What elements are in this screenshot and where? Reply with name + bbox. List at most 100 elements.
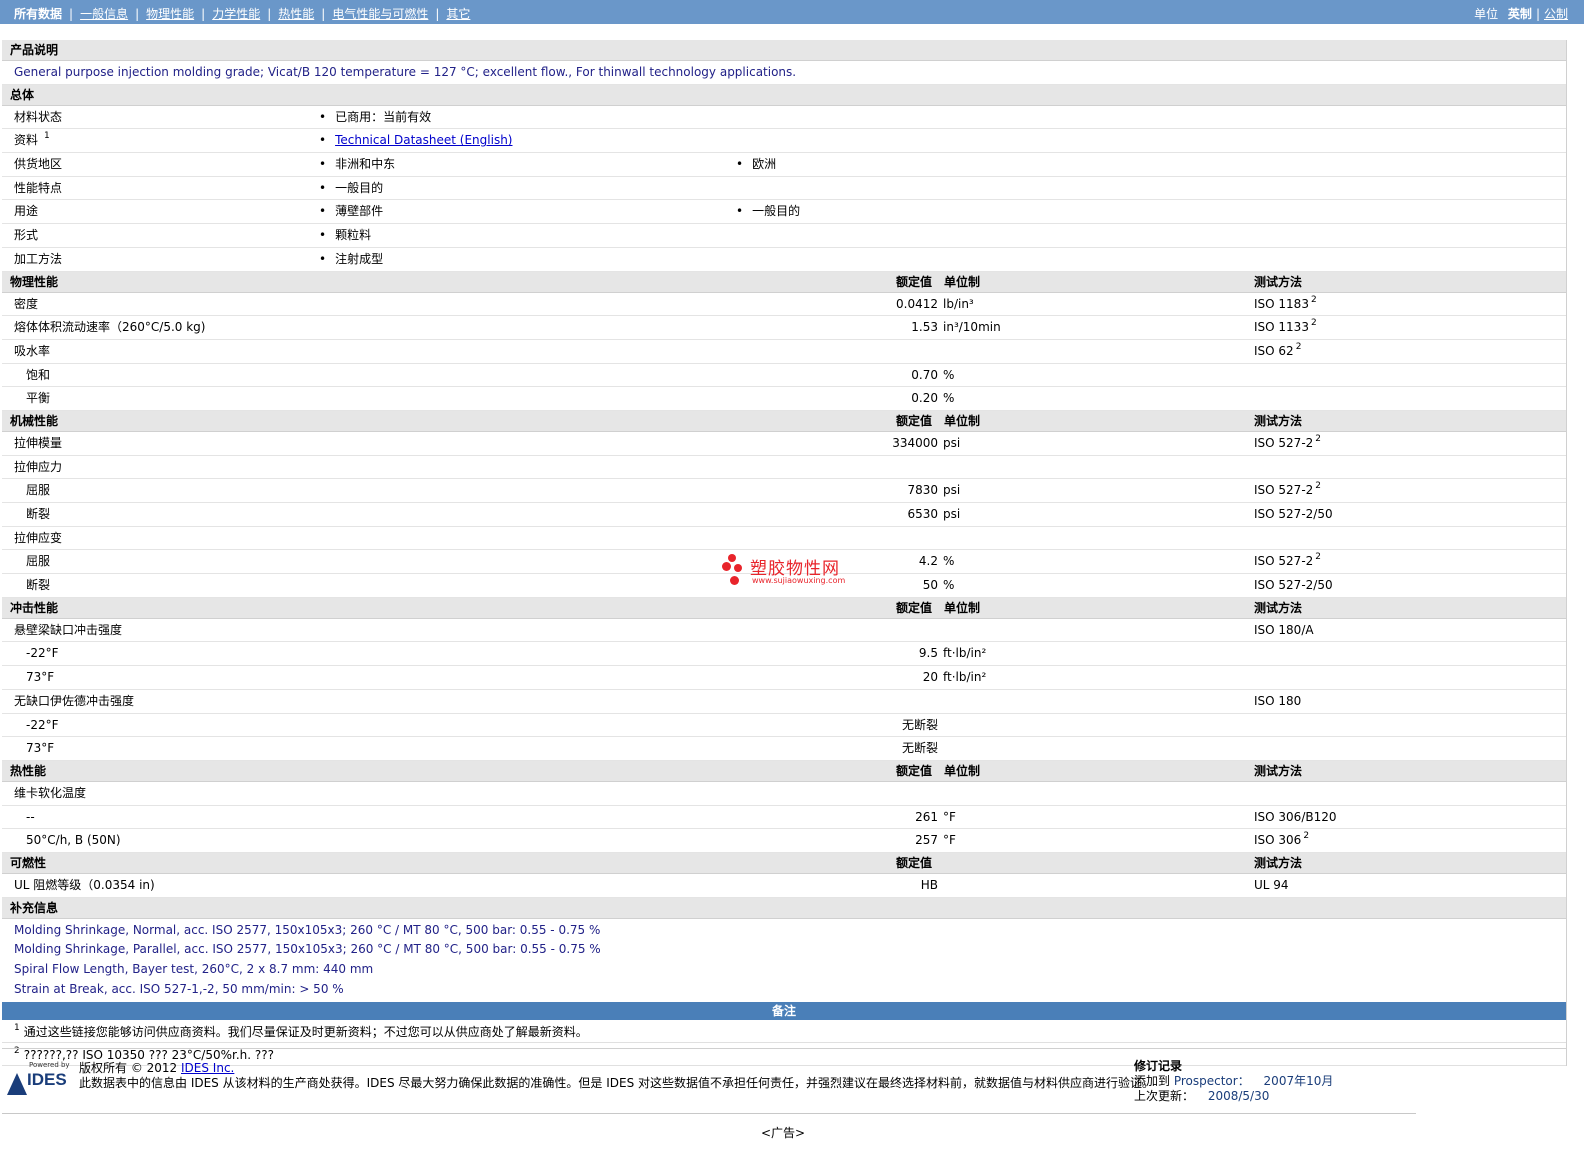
copyright-text: 版权所有 © 2012 <box>79 1061 178 1075</box>
test-method: ISO 180 <box>1254 690 1301 712</box>
test-method-text: ISO 306 <box>1254 833 1302 848</box>
impact-row: 73°F 无断裂 <box>2 737 1566 761</box>
nav-thermal[interactable]: 热性能 <box>278 7 314 21</box>
footnote-ref: 2 <box>1303 831 1310 842</box>
top-nav-bar: 所有数据 | 一般信息 | 物理性能 | 力学性能 | 热性能 | 电气性能与可燃性 | 其它 单位 英… <box>0 0 1584 24</box>
property-label: 拉伸应变 <box>14 530 63 545</box>
section-header-product: 产品说明 <box>2 40 1566 61</box>
property-label: UL 阻燃等级（0.0354 in) <box>14 877 155 892</box>
property-value: 0.70 <box>911 367 938 382</box>
general-row-label: 资料 <box>14 133 39 148</box>
test-method: ISO 180/A <box>1254 619 1314 641</box>
test-method-text: ISO 180/A <box>1254 622 1314 637</box>
property-label: 无缺口伊佐德冲击强度 <box>14 693 135 708</box>
property-label: 屈服 <box>26 483 51 498</box>
watermark: 塑胶物性网 www.sujiaowuxing.com <box>718 552 858 588</box>
section-header-physical: 物理性能 额定值 单位制 测试方法 <box>2 271 1566 293</box>
general-row: 供货地区 非洲和中东 欧洲 <box>2 153 1566 177</box>
footnote-ref: 1 <box>44 131 50 142</box>
footnote: 1 通过这些链接您能够访问供应商资料。我们尽量保证及时更新资料；不过您可以从供应商… <box>14 1020 588 1044</box>
nav-mechanical[interactable]: 力学性能 <box>212 7 260 21</box>
revision-title: 修订记录 <box>1134 1059 1183 1073</box>
test-method: ISO 1133 2 <box>1254 316 1317 338</box>
col-header-unit: 单位制 <box>944 274 981 289</box>
general-row: 形式 颗粒料 <box>2 224 1566 248</box>
property-unit: lb/in³ <box>943 296 974 311</box>
col-header-value: 额定值 <box>896 855 933 870</box>
footnote-ref: 2 <box>1295 341 1302 352</box>
footnote-ref: 2 <box>1315 433 1322 444</box>
nav-all-data[interactable]: 所有数据 <box>14 7 62 21</box>
product-description-row: General purpose injection molding grade;… <box>2 61 1566 85</box>
property-label: 73°F <box>26 741 55 756</box>
physical-row: 平衡 0.20% <box>2 387 1566 411</box>
property-label: 拉伸模量 <box>14 435 63 450</box>
test-method: ISO 62 2 <box>1254 340 1301 362</box>
mechanical-row: 拉伸应变 <box>2 527 1566 551</box>
property-value: HB <box>920 877 938 892</box>
general-row-label: 用途 <box>14 204 39 219</box>
col-header-test: 测试方法 <box>1254 600 1303 615</box>
test-method-text: ISO 62 <box>1254 343 1294 358</box>
col-header-test: 测试方法 <box>1254 413 1303 428</box>
property-label: 吸水率 <box>14 343 51 358</box>
nav-physical[interactable]: 物理性能 <box>146 7 194 21</box>
ad-label: <广告> <box>760 1126 806 1140</box>
thermal-row: -- 261 °F ISO 306/B120 <box>2 806 1566 830</box>
test-method-text: ISO 527-2 <box>1254 483 1314 498</box>
revision-history: 修订记录 添加到 Prospector： 2007年10月 上次更新： 2008… <box>1134 1059 1334 1103</box>
col-header-value: 额定值 <box>896 413 933 428</box>
bullet-value: 颗粒料 <box>319 224 371 246</box>
thermal-row: 维卡软化温度 <box>2 782 1566 806</box>
col-header-test: 测试方法 <box>1254 274 1303 289</box>
impact-row: -22°F 无断裂 <box>2 714 1566 738</box>
technical-datasheet-link[interactable]: Technical Datasheet (English) <box>335 133 512 147</box>
section-header-supplement: 补充信息 <box>2 897 1566 919</box>
section-header-mechanical: 机械性能 额定值 单位制 测试方法 <box>2 410 1566 432</box>
property-unit: psi <box>943 507 961 521</box>
test-method: ISO 306 2 <box>1254 829 1309 851</box>
supplement-line: Molding Shrinkage, Normal, acc. ISO 2577… <box>2 921 1566 941</box>
property-label: 断裂 <box>26 507 51 521</box>
property-value: 50 <box>922 578 938 593</box>
unit-metric[interactable]: 公制 <box>1544 7 1568 21</box>
test-method-text: ISO 527-2 <box>1254 554 1314 569</box>
property-value: 20 <box>922 670 938 685</box>
copyright-block: 版权所有 © 2012 IDES Inc. 此数据表中的信息由 IDES 从该材… <box>79 1061 1154 1091</box>
footer: Powered by IDES 版权所有 © 2012 IDES Inc. 此数… <box>2 1048 1566 1115</box>
section-header-thermal: 热性能 额定值 单位制 测试方法 <box>2 760 1566 782</box>
property-label: -22°F <box>26 646 59 661</box>
test-method-text: UL 94 <box>1254 877 1289 892</box>
test-method: ISO 527-2 2 <box>1254 479 1321 501</box>
unit-imperial[interactable]: 英制 <box>1508 7 1532 21</box>
nav-electrical[interactable]: 电气性能与可燃性 <box>332 7 428 21</box>
footnote-ref: 2 <box>1310 318 1317 329</box>
col-header-value: 额定值 <box>896 763 933 778</box>
ides-logo-text: IDES <box>27 1070 67 1089</box>
property-unit: % <box>943 578 955 593</box>
supplement-line: Strain at Break, acc. ISO 527-1,-2, 50 m… <box>2 980 1566 1000</box>
ides-logo: Powered by IDES <box>7 1061 71 1101</box>
property-unit: psi <box>943 435 961 450</box>
test-method: UL 94 <box>1254 874 1289 896</box>
updated-date: 2008/5/30 <box>1207 1089 1270 1103</box>
test-method: ISO 527-2 2 <box>1254 432 1321 454</box>
product-description: General purpose injection molding grade;… <box>14 65 797 79</box>
general-row-label: 加工方法 <box>14 251 63 266</box>
nav-general-info[interactable]: 一般信息 <box>80 7 128 21</box>
nav-other[interactable]: 其它 <box>446 7 470 21</box>
footnote-number: 1 <box>14 1022 20 1033</box>
section-header-flammability: 可燃性 额定值 测试方法 <box>2 852 1566 874</box>
property-label: -22°F <box>26 717 59 732</box>
property-unit: % <box>943 367 955 382</box>
property-label: 平衡 <box>26 391 51 406</box>
col-header-unit: 单位制 <box>944 413 981 428</box>
test-method-text: ISO 527-2/50 <box>1254 578 1333 593</box>
footnote-row: 1 通过这些链接您能够访问供应商资料。我们尽量保证及时更新资料；不过您可以从供应商… <box>2 1020 1566 1043</box>
watermark-url: www.sujiaowuxing.com <box>752 576 846 585</box>
ides-company-link[interactable]: IDES Inc. <box>181 1061 234 1075</box>
footnote-ref: 2 <box>1310 294 1317 305</box>
test-method: ISO 527-2 2 <box>1254 550 1321 572</box>
general-row-label: 材料状态 <box>14 109 63 124</box>
property-value: 0.0412 <box>896 296 938 311</box>
